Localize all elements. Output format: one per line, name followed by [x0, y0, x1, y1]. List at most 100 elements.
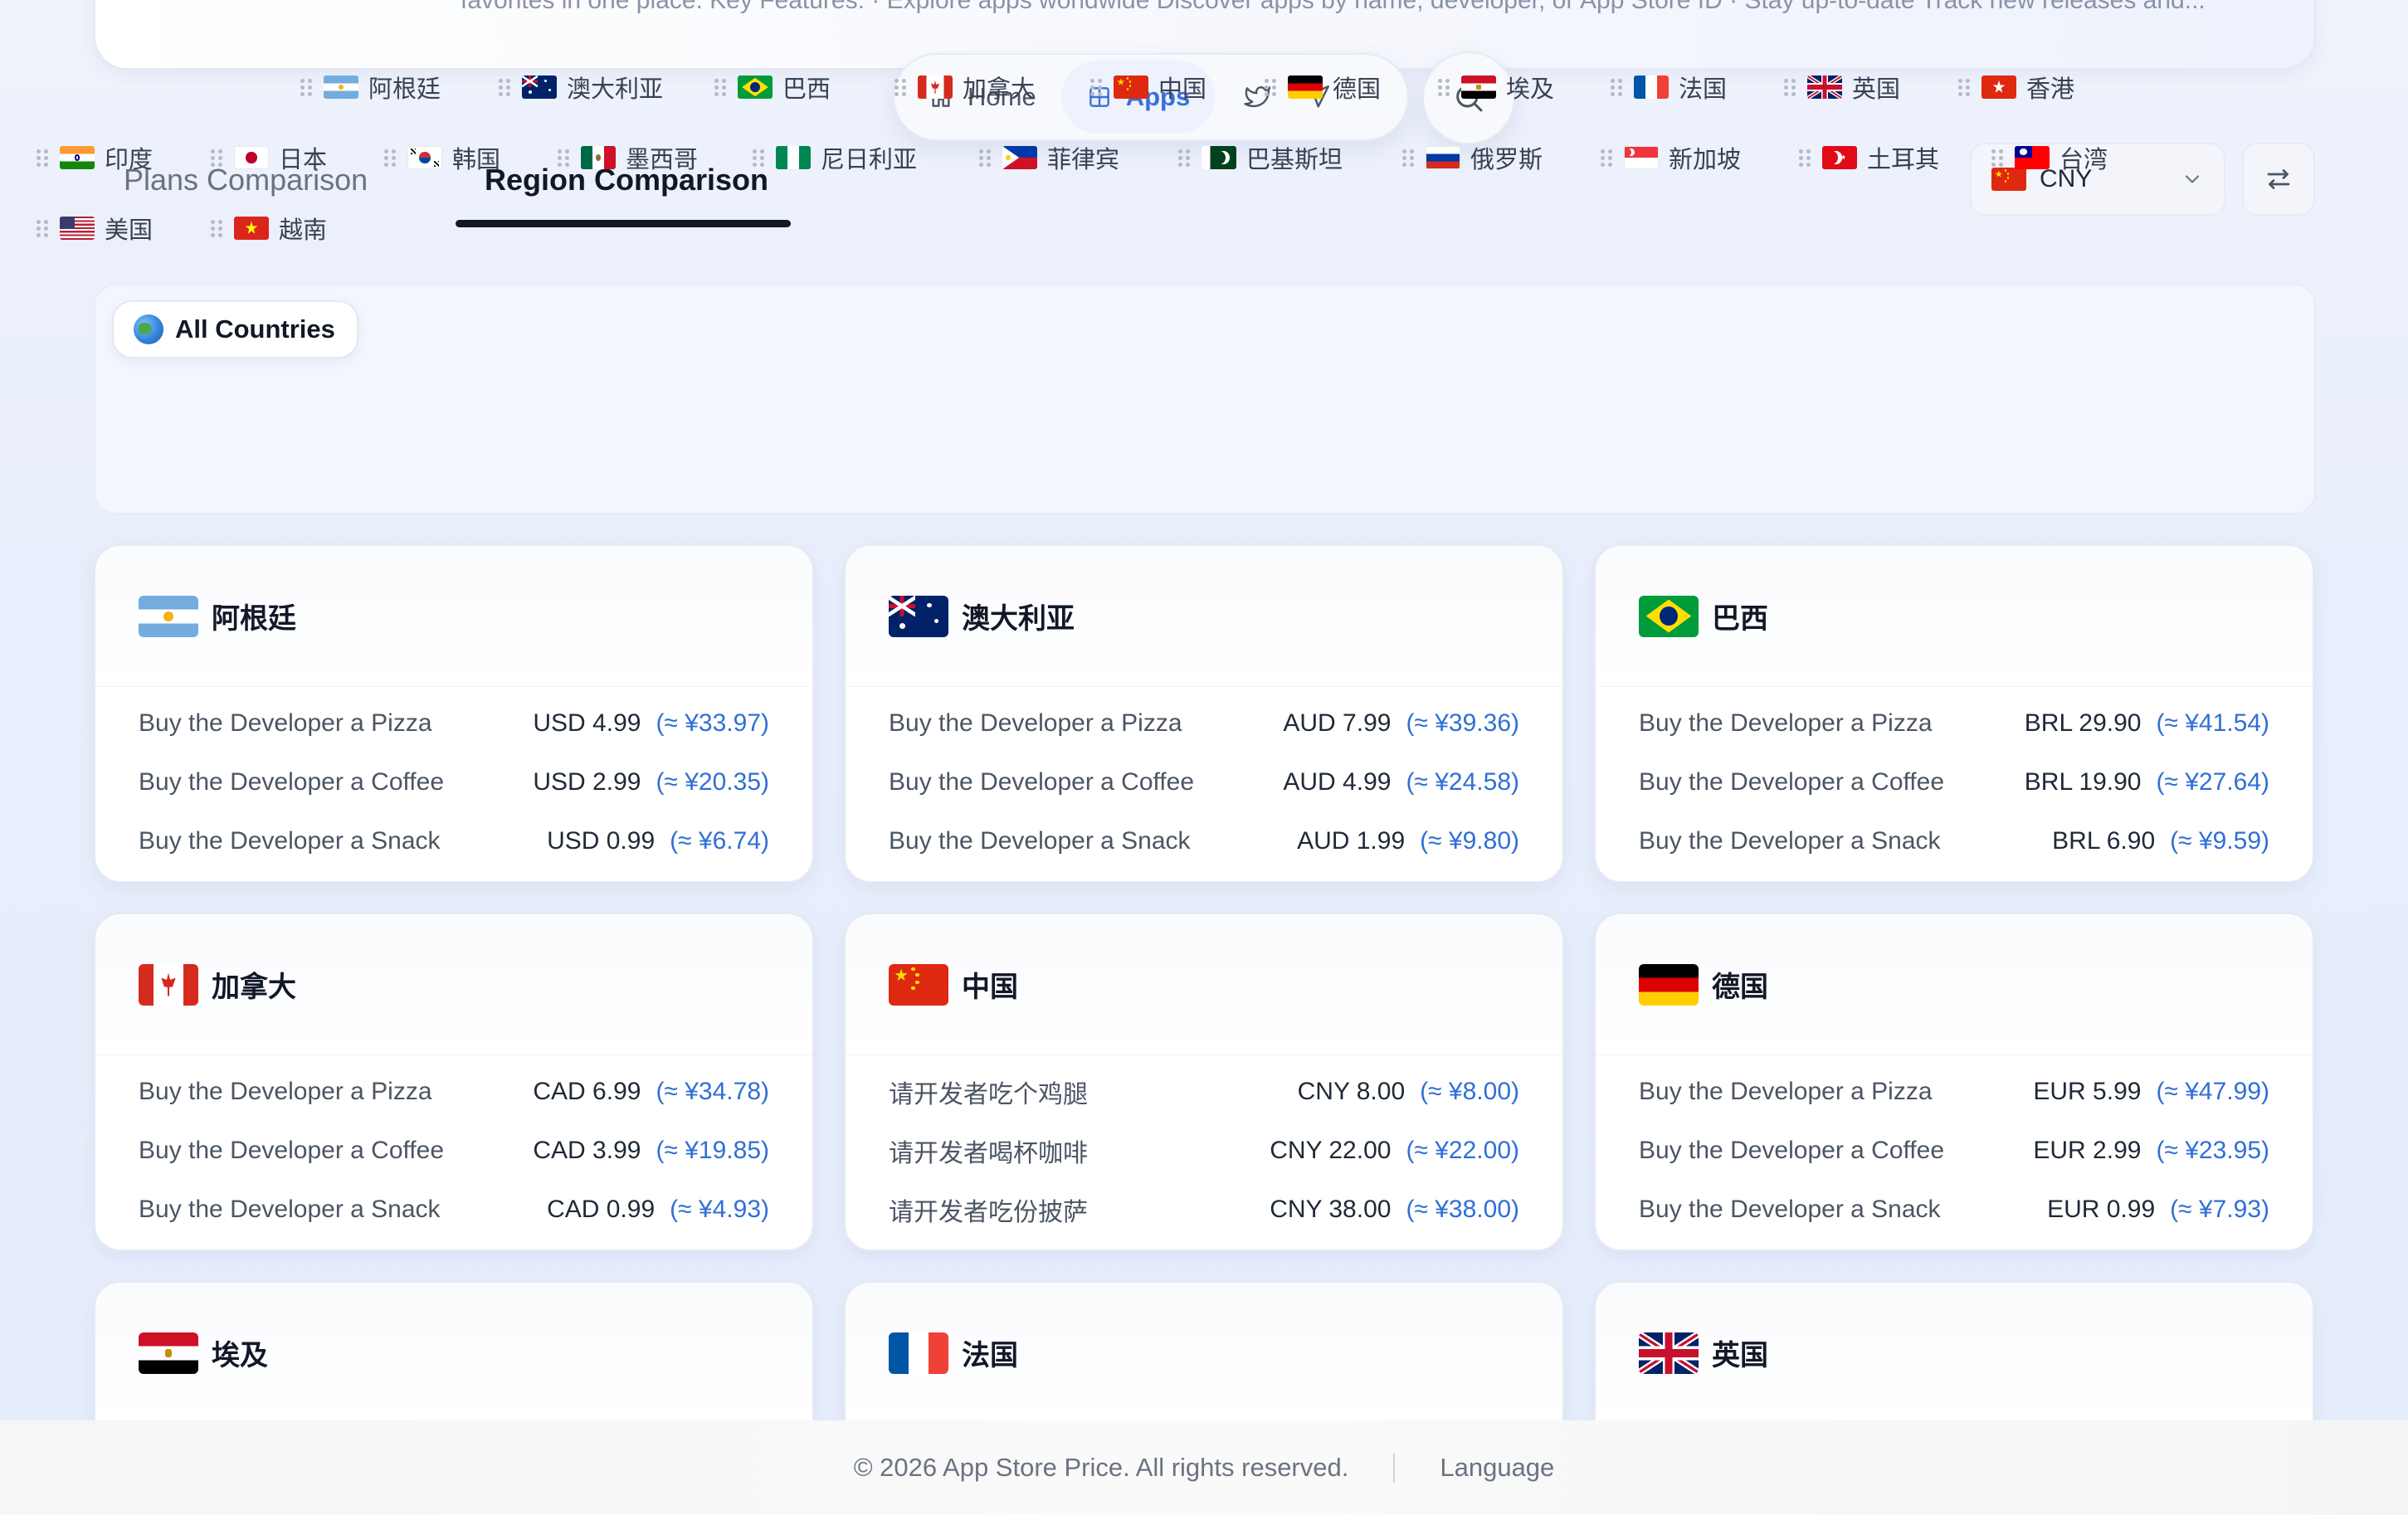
drag-handle-icon[interactable]: [1089, 76, 1104, 99]
converted-price: (≈ ¥9.80): [1420, 826, 1519, 855]
drag-handle-icon[interactable]: [1782, 76, 1797, 99]
country-chip-label: 巴西: [782, 76, 831, 103]
country-chip-label: 中国: [1158, 76, 1207, 103]
drag-handle-icon[interactable]: [1609, 76, 1624, 99]
drag-handle-icon[interactable]: [497, 76, 512, 99]
drag-handle-icon[interactable]: [209, 217, 224, 240]
product-name: Buy the Developer a Pizza: [139, 709, 432, 737]
converted-price: (≈ ¥9.59): [2170, 826, 2269, 855]
drag-handle-icon[interactable]: [556, 146, 571, 169]
drag-handle-icon[interactable]: [1177, 146, 1192, 169]
drag-handle-icon[interactable]: [35, 146, 50, 169]
flag-ph-icon: [1002, 146, 1037, 169]
card-header: 德国: [1596, 914, 2313, 1055]
drag-handle-icon[interactable]: [713, 76, 728, 99]
chip-all-label: All Countries: [175, 314, 335, 343]
country-chip-cn[interactable]: 中国: [1089, 66, 1206, 109]
country-chip-tr[interactable]: 土耳其: [1797, 136, 1939, 179]
country-chip-sg[interactable]: 新加坡: [1599, 136, 1741, 179]
product-name: Buy the Developer a Pizza: [889, 709, 1182, 737]
card-title: 加拿大: [212, 972, 296, 1003]
drag-handle-icon[interactable]: [1797, 146, 1812, 169]
local-price: CNY 38.00: [1270, 1195, 1392, 1223]
swap-button[interactable]: [2242, 143, 2315, 216]
card-title: 巴西: [1712, 603, 1768, 635]
footer-divider: [1393, 1453, 1396, 1483]
flag-ng-icon: [776, 146, 811, 169]
card-header: 澳大利亚: [846, 546, 1562, 687]
product-name: 请开发者喝杯咖啡: [889, 1139, 1088, 1167]
drag-handle-icon[interactable]: [1263, 76, 1278, 99]
country-chip-mx[interactable]: 墨西哥: [556, 136, 698, 179]
drag-handle-icon[interactable]: [1436, 76, 1451, 99]
product-name: Buy the Developer a Pizza: [139, 1077, 432, 1105]
product-name: Buy the Developer a Pizza: [1639, 1077, 1933, 1105]
drag-handle-icon[interactable]: [1401, 146, 1416, 169]
country-chip-au[interactable]: 澳大利亚: [497, 66, 663, 109]
country-chip-ru[interactable]: 俄罗斯: [1401, 136, 1543, 179]
footer-copyright: © 2026 App Store Price. All rights reser…: [853, 1453, 1349, 1482]
converted-price: (≈ ¥20.35): [656, 767, 769, 796]
language-link[interactable]: Language: [1440, 1453, 1554, 1483]
drag-handle-icon[interactable]: [35, 217, 50, 240]
product-name: Buy the Developer a Snack: [889, 826, 1191, 855]
country-chip-label: 阿根廷: [368, 76, 441, 103]
chip-all-countries[interactable]: All Countries: [112, 300, 358, 358]
country-chip-us[interactable]: 美国: [35, 207, 153, 250]
product-name: Buy the Developer a Snack: [1639, 1195, 1941, 1223]
flag-sg-icon: [1624, 146, 1659, 169]
country-chip-kr[interactable]: 韩国: [383, 136, 500, 179]
country-chip-label: 澳大利亚: [567, 76, 664, 103]
drag-handle-icon[interactable]: [299, 76, 314, 99]
swap-arrows-icon: [2267, 169, 2290, 189]
local-price: BRL 19.90: [2024, 767, 2142, 796]
price-row: Buy the Developer a Coffee USD 2.99 (≈ ¥20…: [139, 753, 769, 811]
flag-fr-icon: [1634, 76, 1669, 99]
flag-gb-icon: [1807, 76, 1842, 99]
flag-ru-icon: [1426, 146, 1460, 169]
drag-handle-icon[interactable]: [751, 146, 766, 169]
country-chip-ph[interactable]: 菲律宾: [977, 136, 1119, 179]
product-name: Buy the Developer a Snack: [139, 1195, 441, 1223]
price-row: Buy the Developer a Pizza AUD 7.99 (≈ ¥39.…: [889, 694, 1519, 753]
drag-handle-icon[interactable]: [1990, 146, 2005, 169]
country-chip-ca[interactable]: 加拿大: [893, 66, 1035, 109]
drag-handle-icon[interactable]: [209, 146, 224, 169]
country-chip-tw[interactable]: 台湾: [1990, 136, 2108, 179]
price-row: 请开发者吃份披萨 CNY 38.00 (≈ ¥38.00): [889, 1180, 1519, 1239]
active-tab-indicator: [456, 220, 791, 227]
flag-ca-icon: [139, 963, 198, 1006]
country-chip-pk[interactable]: 巴基斯坦: [1177, 136, 1343, 179]
country-chip-fr[interactable]: 法国: [1609, 66, 1727, 109]
price-row: Buy the Developer a Snack CAD 0.99 (≈ ¥4.9…: [139, 1180, 769, 1239]
country-chip-gb[interactable]: 英国: [1782, 66, 1900, 109]
flag-tw-icon: [2015, 146, 2050, 169]
drag-handle-icon[interactable]: [977, 146, 992, 169]
country-chip-jp[interactable]: 日本: [209, 136, 327, 179]
product-name: Buy the Developer a Coffee: [889, 767, 1195, 796]
country-chip-eg[interactable]: 埃及: [1436, 66, 1554, 109]
flag-br-icon: [1639, 595, 1699, 637]
drag-handle-icon[interactable]: [383, 146, 397, 169]
country-chip-hk[interactable]: 香港: [1957, 66, 2074, 109]
local-price: AUD 7.99: [1283, 709, 1392, 737]
converted-price: (≈ ¥19.85): [656, 1136, 769, 1164]
country-chip-de[interactable]: 德国: [1263, 66, 1381, 109]
local-price: USD 2.99: [533, 767, 641, 796]
local-price: USD 0.99: [547, 826, 656, 855]
country-chip-br[interactable]: 巴西: [713, 66, 831, 109]
drag-handle-icon[interactable]: [893, 76, 908, 99]
country-chip-vn[interactable]: 越南: [209, 207, 327, 250]
country-chip-in[interactable]: 印度: [35, 136, 153, 179]
price-row: Buy the Developer a Coffee BRL 19.90 (≈ ¥2…: [1639, 753, 2269, 811]
price-row: Buy the Developer a Pizza USD 4.99 (≈ ¥33.…: [139, 694, 769, 753]
country-chip-ng[interactable]: 尼日利亚: [751, 136, 917, 179]
price-row: Buy the Developer a Pizza EUR 5.99 (≈ ¥47.…: [1639, 1062, 2269, 1121]
region-card-cn: 中国 请开发者吃个鸡腿 CNY 8.00 (≈ ¥8.00) 请开发者喝杯咖啡 CNY 2…: [844, 913, 1564, 1251]
card-title: 中国: [962, 972, 1018, 1003]
drag-handle-icon[interactable]: [1599, 146, 1614, 169]
country-chip-ar[interactable]: 阿根廷: [299, 66, 441, 109]
drag-handle-icon[interactable]: [1957, 76, 1972, 99]
country-chip-label: 美国: [105, 217, 154, 244]
local-price: CAD 0.99: [547, 1195, 656, 1223]
